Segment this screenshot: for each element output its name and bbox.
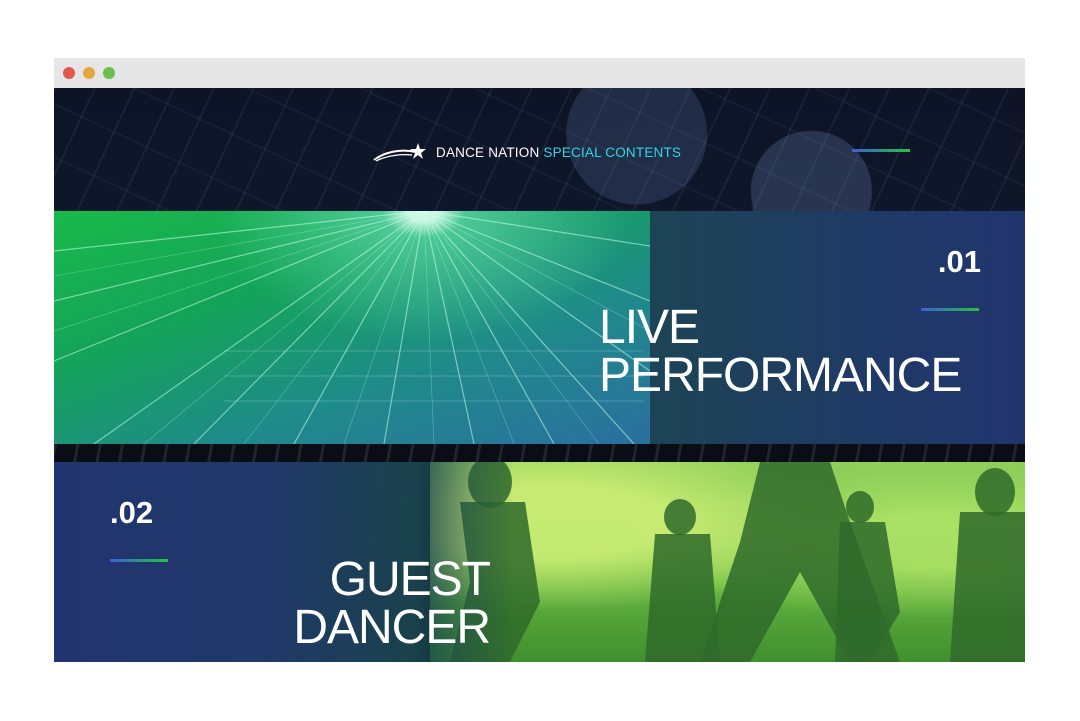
site-logo-link[interactable]: DANCE NATION SPECIAL CONTENTS	[372, 141, 681, 163]
section-number: .01	[937, 244, 981, 279]
section-title-line: GUEST	[329, 553, 491, 606]
laser-rays-graphic	[54, 211, 650, 444]
dancers-silhouettes	[450, 462, 1025, 662]
menu-bar-icon[interactable]	[852, 149, 910, 152]
site-header: DANCE NATION SPECIAL CONTENTS	[54, 88, 1025, 211]
section-title: GUEST DANCER	[293, 553, 491, 654]
browser-titlebar	[54, 58, 1025, 88]
section-divider	[110, 559, 168, 562]
stage-truss-strip	[54, 444, 1025, 462]
live-performance-section[interactable]: .01 LIVE PERFORMANCE	[54, 211, 1025, 444]
section-title-line: LIVE	[599, 301, 700, 354]
minimize-window-button[interactable]	[83, 67, 95, 79]
close-window-button[interactable]	[63, 67, 75, 79]
dancers-photo	[430, 462, 1025, 662]
star-logo-icon	[373, 143, 426, 162]
logo-accent-text: SPECIAL CONTENTS	[543, 144, 682, 160]
section-title: LIVE PERFORMANCE	[599, 301, 962, 402]
section-title-line: DANCER	[293, 601, 491, 654]
browser-window: DANCE NATION SPECIAL CONTENTS .01 LIVE P…	[54, 58, 1025, 662]
section-number: .02	[110, 495, 154, 530]
logo-brand-text: DANCE NATION	[436, 144, 540, 160]
guest-dancer-section[interactable]: .02 GUEST DANCER	[54, 462, 1025, 662]
maximize-window-button[interactable]	[103, 67, 115, 79]
logo-text: DANCE NATION SPECIAL CONTENTS	[436, 145, 681, 160]
laser-stage-photo	[54, 211, 650, 444]
section-title-line: PERFORMANCE	[599, 349, 962, 402]
page-viewport: DANCE NATION SPECIAL CONTENTS .01 LIVE P…	[54, 88, 1025, 662]
